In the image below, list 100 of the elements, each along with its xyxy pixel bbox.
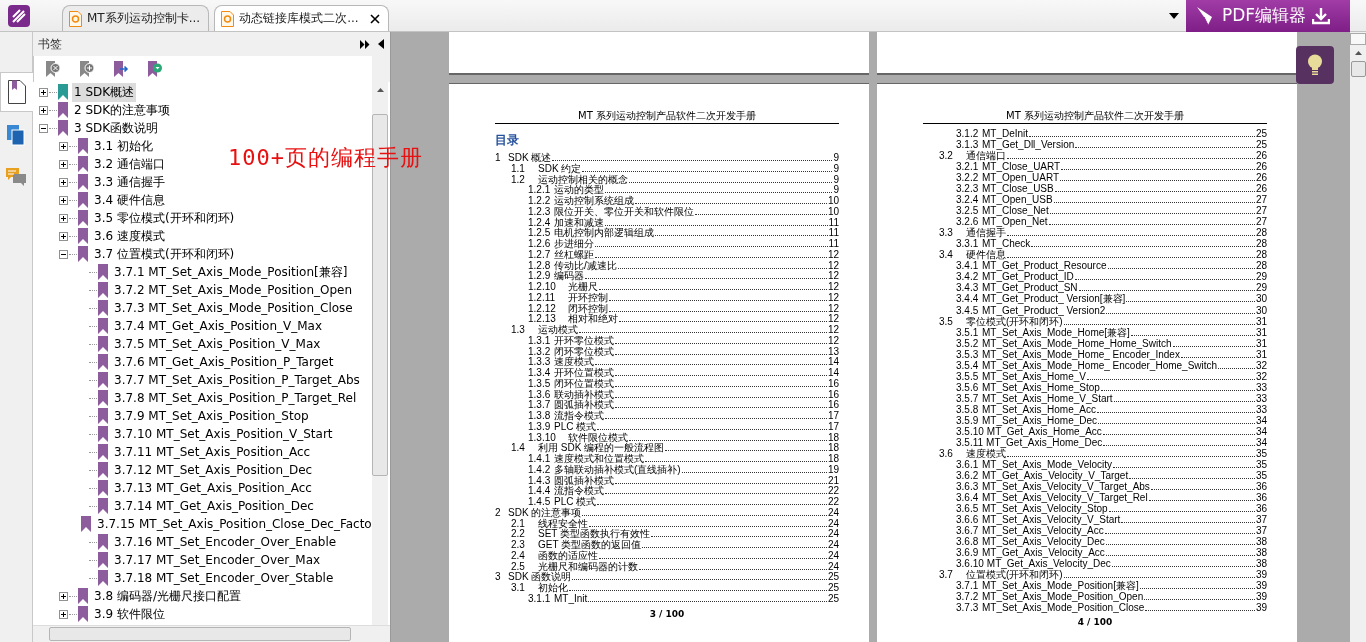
bookmark-item[interactable]: 2 SDK的注意事项 xyxy=(72,100,173,120)
toc-entry[interactable]: 运动控制相关的概念 xyxy=(538,174,628,186)
toc-entry[interactable]: MT_Set_Axis_Home_V_Start xyxy=(982,392,1113,404)
bookmark-item[interactable]: 3.4 硬件信息 xyxy=(92,190,167,210)
toc-entry[interactable]: MT_Set_Axis_Mode_Velocity xyxy=(982,458,1113,470)
toc-entry[interactable]: MT_Set_Axis_Velocity_Dec xyxy=(982,536,1105,548)
toc-entry[interactable]: 光栅尺和编码器的计数 xyxy=(538,561,638,573)
document-tab[interactable]: MT系列运动控制卡... xyxy=(62,5,210,31)
toc-entry[interactable]: MT_Set_Axis_Velocity_Stop xyxy=(982,503,1108,515)
scroll-thumb[interactable] xyxy=(49,627,351,641)
bookmark-item[interactable]: 3.7.7 MT_Set_Axis_Position_P_Target_Abs xyxy=(112,372,362,388)
pdf-editor-button[interactable]: PDF编辑器 xyxy=(1186,0,1350,32)
toc-entry[interactable]: 硬件信息 xyxy=(966,249,1006,261)
toc-entry[interactable]: MT_Get_Product_ Version2 xyxy=(982,304,1106,316)
toc-entry[interactable]: 闭环零位模式 xyxy=(554,346,614,358)
close-icon[interactable] xyxy=(369,13,380,24)
lightbulb-button[interactable] xyxy=(1296,46,1334,84)
bookmark-item[interactable]: 3.7.14 MT_Get_Axis_Position_Dec xyxy=(112,498,316,514)
toc-entry[interactable]: 运动的类型 xyxy=(554,185,604,196)
bookmark-item[interactable]: 3.5 零位模式(开环和闭环) xyxy=(92,208,237,228)
toc-entry[interactable]: 开环控制 xyxy=(568,292,608,304)
bookmark-arrow-icon[interactable] xyxy=(112,60,130,78)
toc-entry[interactable]: 流指令模式 xyxy=(554,411,604,422)
toc-entry[interactable]: 速度模式 xyxy=(554,357,594,368)
toc-entry[interactable]: MT_Close_USB xyxy=(982,183,1054,195)
bookmark-item[interactable]: 3.1 初始化 xyxy=(92,136,155,156)
toc-entry[interactable]: 步进细分 xyxy=(554,239,594,250)
toc-entry[interactable]: MT_Init xyxy=(554,593,588,605)
delete-bookmark-icon[interactable] xyxy=(44,60,62,78)
toc-entry[interactable]: MT_DeInit xyxy=(982,128,1029,140)
toc-entry[interactable]: 利用 SDK 编程的一般流程图 xyxy=(538,443,665,454)
toc-entry[interactable]: 光栅尺 xyxy=(568,282,598,293)
toc-entry[interactable]: 闭环位置模式 xyxy=(554,378,614,390)
bookmark-item[interactable]: 3.7.16 MT_Set_Encoder_Over_Enable xyxy=(112,534,339,550)
toc-entry[interactable]: MT_Get_Axis_Velocity_Dec xyxy=(986,558,1111,570)
toc-entry[interactable]: MT_Set_Axis_Velocity_V_Target_Abs xyxy=(982,481,1150,493)
toc-entry[interactable]: 运动控制系统组成 xyxy=(554,196,634,207)
toc-entry[interactable]: 通信端口 xyxy=(966,150,1006,162)
tree-toggle[interactable] xyxy=(59,195,68,205)
toc-entry[interactable]: MT_Get_Axis_Velocity_V_Target xyxy=(982,469,1129,481)
toc-entry[interactable]: MT_Get_Axis_Home_Acc xyxy=(986,425,1102,437)
toc-entry[interactable]: MT_Get_Axis_Home_Dec xyxy=(986,436,1103,448)
tree-toggle[interactable] xyxy=(59,591,68,601)
toc-entry[interactable]: 通信握手 xyxy=(966,227,1006,239)
bookmark-item[interactable]: 3.7.15 MT_Set_Axis_Position_Close_Dec_Facto xyxy=(95,516,372,532)
app-logo-icon[interactable] xyxy=(8,4,30,27)
toc-entry[interactable]: MT_Get_Product_ID xyxy=(982,271,1074,283)
toc-entry[interactable]: 开环零位模式 xyxy=(554,335,614,347)
tree-toggle[interactable] xyxy=(59,177,68,187)
bookmark-item[interactable]: 3.7.5 MT_Set_Axis_Position_V_Max xyxy=(112,336,323,352)
horizontal-scrollbar[interactable] xyxy=(33,625,390,642)
toc-entry[interactable]: MT_Set_Axis_Velocity_Acc xyxy=(982,525,1104,537)
split-handle[interactable] xyxy=(1350,33,1366,45)
toc-entry[interactable]: 速度模式和位置模式 xyxy=(554,454,644,465)
bookmark-item[interactable]: 3.7.12 MT_Set_Axis_Position_Dec xyxy=(112,462,315,478)
bookmark-item[interactable]: 3.2 通信端口 xyxy=(92,154,167,174)
toc-entry[interactable]: MT_Get_Product_ Version[兼容] xyxy=(982,293,1126,305)
scroll-thumb[interactable] xyxy=(1350,61,1366,77)
bookmark-item[interactable]: 3.7.6 MT_Get_Axis_Position_P_Target xyxy=(112,354,336,370)
toc-entry[interactable]: MT_Get_Product_Resource xyxy=(982,260,1107,272)
toc-entry[interactable]: 函数的适应性 xyxy=(538,550,598,562)
toc-entry[interactable]: MT_Set_Axis_Home_Stop xyxy=(982,381,1100,393)
toc-entry[interactable]: MT_Close_UART xyxy=(982,161,1061,173)
bookmark-item[interactable]: 3.7.2 MT_Set_Axis_Mode_Position_Open xyxy=(112,282,355,298)
toc-entry[interactable]: MT_Set_Axis_Mode_Home_ Encoder_Home_Switch xyxy=(982,359,1218,371)
tree-toggle[interactable] xyxy=(39,123,48,133)
bookmark-item[interactable]: 3.7.4 MT_Get_Axis_Position_V_Max xyxy=(112,318,325,334)
bookmark-item[interactable]: 3.7.13 MT_Get_Axis_Position_Acc xyxy=(112,480,314,496)
toc-entry[interactable]: 开环位置模式 xyxy=(554,368,614,379)
toc-entry[interactable]: 位置模式(开环和闭环) xyxy=(966,569,1063,581)
toc-entry[interactable]: PLC 模式 xyxy=(554,497,597,508)
toc-entry[interactable]: PLC 模式 xyxy=(554,421,597,433)
toc-entry[interactable]: MT_Get_Product_SN xyxy=(982,282,1078,294)
bookmark-item[interactable]: 3 SDK函数说明 xyxy=(72,118,161,138)
toc-entry[interactable]: MT_Set_Axis_Home_Acc xyxy=(982,403,1096,415)
bookmark-item[interactable]: 3.7.1 MT_Set_Axis_Mode_Position[兼容] xyxy=(112,262,350,282)
tree-toggle[interactable] xyxy=(59,231,68,241)
tree-toggle[interactable] xyxy=(39,87,48,97)
toc-entry[interactable]: MT_Get_Dll_Version xyxy=(982,139,1075,151)
tree-toggle[interactable] xyxy=(59,141,68,151)
toc-entry[interactable]: MT_Set_Axis_Mode_Home[兼容] xyxy=(982,326,1130,338)
toc-entry[interactable]: 线程安全性 xyxy=(538,518,588,530)
toc-entry[interactable]: 流指令模式 xyxy=(554,486,604,497)
document-tab[interactable]: 动态链接库模式二次... xyxy=(214,5,389,31)
tree-toggle[interactable] xyxy=(59,249,68,259)
toc-entry[interactable]: MT_Set_Axis_Mode_Home_ Encoder_Index xyxy=(982,348,1180,360)
bookmark-item[interactable]: 3.7.9 MT_Set_Axis_Position_Stop xyxy=(112,408,311,424)
toc-entry[interactable]: 软件限位模式 xyxy=(568,432,628,444)
toc-entry[interactable]: 速度模式 xyxy=(966,447,1006,459)
tree-toggle[interactable] xyxy=(59,213,68,223)
toc-entry[interactable]: MT_Open_UART xyxy=(982,172,1060,184)
toc-entry[interactable]: SDK 函数说明 xyxy=(508,572,572,583)
tree-toggle[interactable] xyxy=(59,159,68,169)
toc-entry[interactable]: 初始化 xyxy=(538,583,568,594)
bookmark-item[interactable]: 3.8 编码器/光栅尺接口配置 xyxy=(92,586,243,606)
toc-entry[interactable]: MT_Set_Axis_Mode_Position[兼容] xyxy=(982,580,1139,592)
dropdown-caret-icon[interactable] xyxy=(1169,12,1179,19)
toc-entry[interactable]: MT_Set_Axis_Home_V xyxy=(982,370,1086,382)
tree-toggle[interactable] xyxy=(59,609,68,619)
toc-entry[interactable]: SDK 概述 xyxy=(508,153,552,164)
